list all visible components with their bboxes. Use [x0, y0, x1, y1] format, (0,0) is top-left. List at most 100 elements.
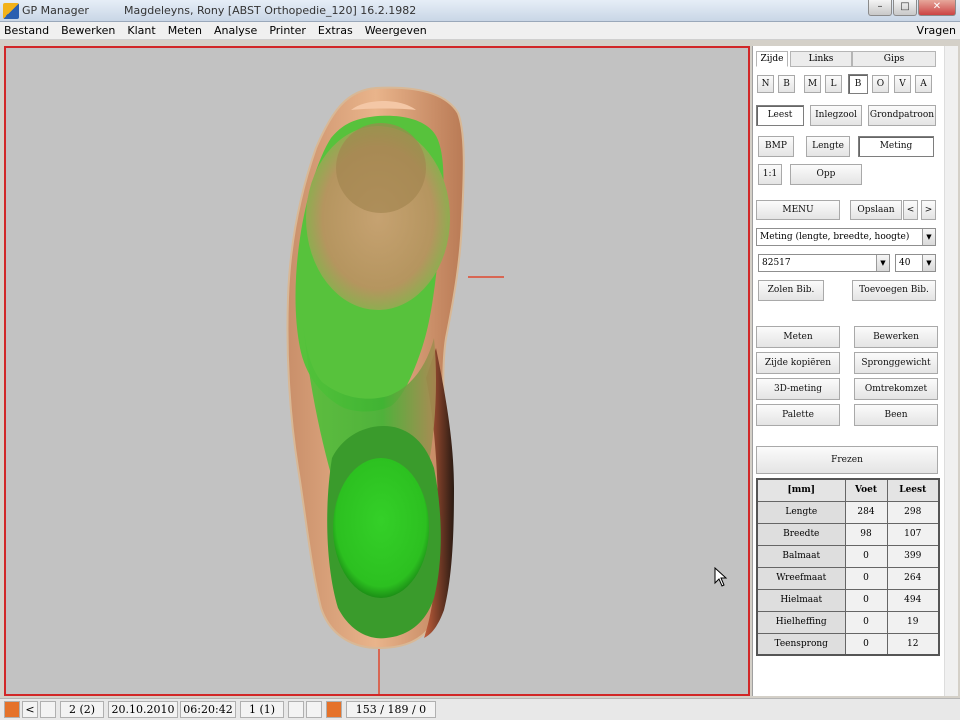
measurement-table: [mm] Voet Leest Lengte 284 298 Breedte 98 107 Bal…	[756, 478, 940, 656]
table-cell: 12	[886, 632, 940, 656]
table-row: Hielheffing 0 19	[756, 610, 940, 634]
title-bar: GP Manager Magdeleyns, Rony [ABST Orthop…	[0, 0, 960, 22]
status-time: 06:20:42	[180, 701, 236, 718]
next-arrow-button[interactable]: >	[921, 200, 936, 220]
table-row: Balmaat 0 399	[756, 544, 940, 568]
view-button-b-active[interactable]: B	[848, 74, 868, 94]
heel-zone	[333, 458, 429, 598]
status-info: 153 / 189 / 0	[346, 701, 436, 718]
menu-vragen[interactable]: Vragen	[916, 24, 956, 37]
opslaan-button[interactable]: Opslaan	[850, 200, 902, 220]
table-row: Teensprong 0 12	[756, 632, 940, 656]
lengte-button[interactable]: Lengte	[806, 136, 850, 157]
meting-button[interactable]: Meting	[858, 136, 934, 157]
table-header-row: [mm] Voet Leest	[756, 478, 940, 502]
forefoot-inner	[336, 123, 426, 213]
omtrekomzet-button[interactable]: Omtrekomzet	[854, 378, 938, 400]
code-value: 82517	[762, 258, 791, 268]
page-icon[interactable]	[40, 701, 56, 718]
bewerken-button[interactable]: Bewerken	[854, 326, 938, 348]
table-cell: 0	[844, 632, 888, 656]
zijde-kopieren-button[interactable]: Zijde kopiëren	[756, 352, 840, 374]
meten-button[interactable]: Meten	[756, 326, 840, 348]
minimize-button[interactable]: –	[868, 0, 892, 16]
opp-button[interactable]: Opp	[790, 164, 862, 185]
status-bar: < 2 (2) 20.10.2010 06:20:42 1 (1) 153 / …	[0, 698, 960, 720]
mode-inlegzool-button[interactable]: Inlegzool	[810, 105, 862, 126]
menu-button[interactable]: MENU	[756, 200, 840, 220]
size-value: 40	[899, 258, 911, 268]
table-cell: 0	[844, 566, 888, 590]
table-cell: 298	[886, 500, 940, 524]
chevron-down-icon: ▼	[876, 255, 889, 271]
table-cell: 98	[844, 522, 888, 546]
code-select[interactable]: 82517 ▼	[758, 254, 890, 272]
view-button-a[interactable]: A	[915, 75, 932, 93]
toevoegen-bib-button[interactable]: Toevoegen Bib.	[852, 280, 936, 301]
view-button-b[interactable]: B	[778, 75, 795, 93]
table-cell: 264	[886, 566, 940, 590]
table-cell: 284	[844, 500, 888, 524]
mode-grondpatroon-button[interactable]: Grondpatroon	[868, 105, 936, 126]
menu-klant[interactable]: Klant	[127, 24, 155, 37]
menu-analyse[interactable]: Analyse	[214, 24, 257, 37]
layout-icon[interactable]	[306, 701, 322, 718]
record-icon[interactable]	[4, 701, 20, 718]
menu-extras[interactable]: Extras	[318, 24, 353, 37]
previous-arrow-button[interactable]: <	[903, 200, 918, 220]
panel-scrollbar[interactable]	[944, 46, 958, 696]
window-controls: – □ ✕	[868, 0, 956, 18]
tool-icon[interactable]	[326, 701, 342, 718]
close-button[interactable]: ✕	[918, 0, 956, 16]
status-count: 1 (1)	[240, 701, 284, 718]
table-header-cell: Leest	[886, 478, 940, 502]
tab-gips[interactable]: Gips	[852, 51, 936, 67]
chevron-down-icon: ▼	[922, 229, 935, 245]
menu-printer[interactable]: Printer	[269, 24, 306, 37]
document-title: Magdeleyns, Rony [ABST Orthopedie_120] 1…	[124, 4, 417, 17]
table-cell: 399	[886, 544, 940, 568]
app-logo-icon	[3, 3, 19, 19]
page-indicator: 2 (2)	[60, 701, 104, 718]
scale-1-1-button[interactable]: 1:1	[758, 164, 782, 185]
table-cell: 494	[886, 588, 940, 612]
table-row: Wreefmaat 0 264	[756, 566, 940, 590]
menu-bestand[interactable]: Bestand	[4, 24, 49, 37]
chevron-down-icon: ▼	[922, 255, 935, 271]
frezen-button[interactable]: Frezen	[756, 446, 938, 474]
tab-links[interactable]: Links	[790, 51, 852, 67]
back-arrow-icon[interactable]: <	[22, 701, 38, 718]
status-date: 20.10.2010	[108, 701, 178, 718]
row-label: Balmaat	[756, 544, 846, 568]
menu-meten[interactable]: Meten	[168, 24, 202, 37]
mouse-cursor-icon	[714, 567, 728, 587]
table-row: Lengte 284 298	[756, 500, 940, 524]
view-button-v[interactable]: V	[894, 75, 911, 93]
measure-type-select[interactable]: Meting (lengte, breedte, hoogte) ▼	[756, 228, 936, 246]
bmp-button[interactable]: BMP	[758, 136, 794, 157]
maximize-button[interactable]: □	[893, 0, 917, 16]
view-button-o[interactable]: O	[872, 75, 889, 93]
row-label: Hielmaat	[756, 588, 846, 612]
table-row: Hielmaat 0 494	[756, 588, 940, 612]
spronggewicht-button[interactable]: Spronggewicht	[854, 352, 938, 374]
size-select[interactable]: 40 ▼	[895, 254, 936, 272]
3d-viewport[interactable]	[4, 46, 750, 696]
tab-zijde[interactable]: Zijde	[756, 51, 788, 67]
view-button-m[interactable]: M	[804, 75, 821, 93]
zolen-bib-button[interactable]: Zolen Bib.	[758, 280, 824, 301]
menu-bewerken[interactable]: Bewerken	[61, 24, 115, 37]
view-button-n[interactable]: N	[757, 75, 774, 93]
menu-weergeven[interactable]: Weergeven	[365, 24, 427, 37]
row-label: Teensprong	[756, 632, 846, 656]
palette-button[interactable]: Palette	[756, 404, 840, 426]
been-button[interactable]: Been	[854, 404, 938, 426]
3d-meting-button[interactable]: 3D-meting	[756, 378, 840, 400]
table-header-cell: [mm]	[756, 478, 846, 502]
mode-leest-button[interactable]: Leest	[756, 105, 804, 126]
table-cell: 0	[844, 544, 888, 568]
view-button-l[interactable]: L	[825, 75, 842, 93]
grid-icon[interactable]	[288, 701, 304, 718]
table-cell: 107	[886, 522, 940, 546]
table-cell: 0	[844, 610, 888, 634]
